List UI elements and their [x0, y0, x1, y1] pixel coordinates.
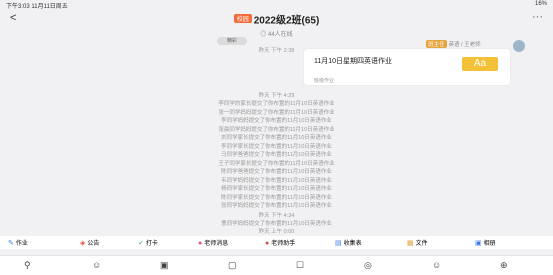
tool-label: 相册 [483, 241, 496, 247]
teacher-assistant-icon: ● [265, 240, 270, 247]
tool-teacher-message-button[interactable]: ● 老师消息 [198, 238, 228, 247]
system-message: 王子同学家长提交了你布置的11月10日英语作业 [218, 160, 335, 167]
chat-toolbar: ✎ 作业 ◈ 公告 ✓ 打卡 ● 老师消息 ● 老师助手 ▤ 收集表 ▦ 文件 ▣ 相册 [0, 236, 553, 249]
tool-homework-button[interactable]: ✎ 作业 [8, 238, 28, 247]
tool-form-button[interactable]: ▤ 收集表 [335, 238, 362, 247]
homework-icon: ✎ [8, 240, 14, 247]
sender-name: 英语 / 王老师 [448, 42, 481, 48]
battery-indicator: 16% [534, 1, 547, 7]
image-icon[interactable]: ▣ [160, 260, 169, 271]
system-message: 李同学的家长提交了你布置的11月10日英语作业 [218, 101, 335, 107]
timestamp-last: 昨天 上午 0:00 [258, 229, 295, 235]
red-packet-icon[interactable]: ☐ [296, 260, 304, 271]
location-icon[interactable]: ◎ [364, 260, 372, 271]
tool-album-button[interactable]: ▣ 相册 [475, 238, 496, 247]
homework-card[interactable]: 11月10日星期四英语作业 Aa 班级作业 [304, 49, 510, 85]
tool-file-button[interactable]: ▦ 文件 [407, 238, 428, 247]
system-message: 陈同学爸爸提交了你布置的11月10日英语作业 [221, 169, 332, 175]
tool-label: 收集表 [343, 241, 362, 247]
text-format-icon: Aa [462, 57, 498, 71]
system-message: 张晨同学妈妈提交了你布置的11月10日英语作业 [218, 126, 335, 133]
tool-checkin-button[interactable]: ✓ 打卡 [138, 238, 158, 247]
highlight-chip[interactable]: 精彩 [217, 37, 247, 45]
system-message: 杨同学家长提交了你布置的11月10日英语作业 [221, 186, 332, 192]
group-tag-badge: 校园 [233, 14, 252, 24]
bottom-nav-bar: ⚲ ☺ ▣ ▢ ☐ ◎ ☺ ⊕ [0, 255, 553, 275]
sticker-icon[interactable]: ☺ [432, 260, 441, 270]
system-message: 张一同学妈妈提交了你布置的11月10日英语作业 [218, 109, 335, 116]
voice-icon[interactable]: ⚲ [24, 260, 31, 271]
camera-icon[interactable]: ▢ [228, 260, 237, 271]
chat-title-wrap: 校园 2022级2班(65) ◎ 44人在线 [0, 10, 553, 38]
system-message: 马同学爸爸提交了你布置的11月10日英语作业 [221, 152, 332, 158]
tool-label: 老师消息 [204, 241, 229, 247]
timestamp-mid: 昨天 下午 4:29 [258, 93, 295, 99]
notice-icon: ◈ [80, 240, 86, 247]
file-icon: ▦ [407, 240, 414, 247]
tool-label: 老师助手 [271, 241, 296, 247]
add-icon[interactable]: ⊕ [500, 260, 508, 271]
sender-avatar[interactable] [513, 40, 525, 52]
album-icon: ▣ [475, 240, 482, 247]
tool-teacher-assistant-button[interactable]: ● 老师助手 [265, 238, 295, 247]
system-message: 李同学家长提交了你布置的11月10日英语作业 [221, 143, 332, 150]
form-icon: ▤ [335, 240, 342, 247]
more-options-icon[interactable]: ··· [532, 11, 543, 23]
system-message: 张同学妈妈提交了你布置的11月10日英语作业 [221, 203, 332, 209]
system-message: 李同学妈妈提交了你布置的11月10日英语作业 [221, 118, 332, 124]
sender-role-badge: 班主任 [426, 40, 447, 48]
timestamp-bottom: 昨天 下午 4:34 [258, 213, 295, 219]
tool-label: 文件 [415, 241, 428, 247]
homework-subtitle: 班级作业 [314, 78, 335, 84]
system-message: 曹同学妈妈提交了你布置的11月10日英语作业 [221, 221, 332, 227]
system-message: 刘同学家长提交了你布置的11月10日英语作业 [221, 135, 332, 141]
tool-label: 作业 [15, 241, 28, 247]
teacher-message-icon: ● [198, 240, 203, 247]
emoji-icon[interactable]: ☺ [92, 260, 101, 270]
chat-header: < 校园 2022级2班(65) ◎ 44人在线 ··· [0, 9, 553, 38]
online-count: ◎ 44人在线 [260, 32, 293, 38]
system-message: 韦同学妈妈提交了你布置的11月10日英语作业 [221, 177, 332, 184]
tool-label: 打卡 [145, 241, 158, 247]
tool-label: 公告 [87, 241, 100, 247]
system-message: 陈同学家长提交了你布置的11月10日英语作业 [221, 194, 332, 201]
tool-notice-button[interactable]: ◈ 公告 [80, 238, 99, 247]
group-title[interactable]: 2022级2班(65) [254, 15, 320, 26]
checkin-icon: ✓ [138, 240, 144, 247]
homework-title: 11月10日星期四英语作业 [314, 58, 393, 65]
